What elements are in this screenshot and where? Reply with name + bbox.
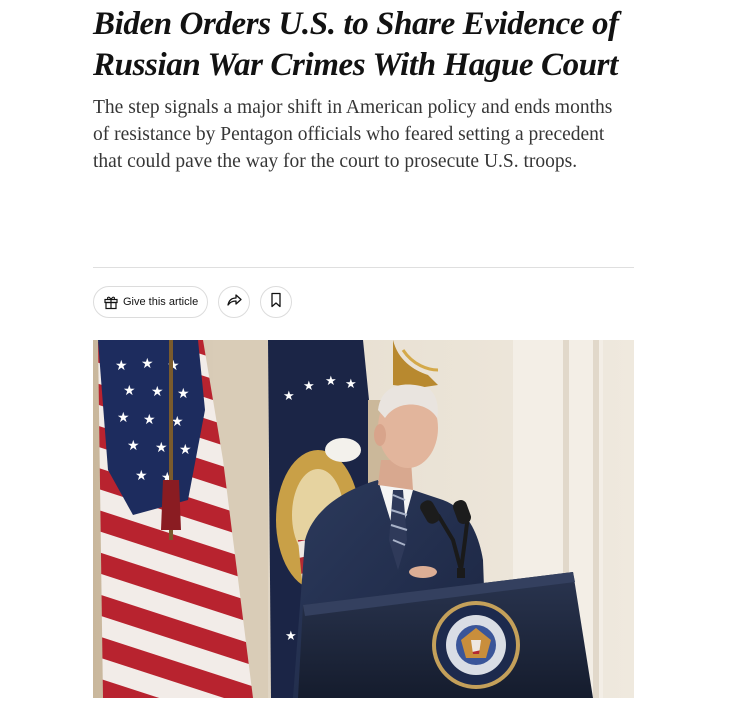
svg-text:★: ★ (285, 629, 297, 644)
article-header: Biden Orders U.S. to Share Evidence of R… (93, 0, 634, 175)
divider (93, 267, 634, 268)
svg-text:★: ★ (123, 383, 136, 399)
svg-text:★: ★ (345, 377, 357, 392)
svg-text:★: ★ (303, 379, 315, 394)
svg-text:★: ★ (177, 386, 190, 402)
svg-text:★: ★ (167, 358, 180, 374)
svg-text:★: ★ (179, 442, 192, 458)
summary: The step signals a major shift in Americ… (93, 97, 613, 172)
svg-text:★: ★ (141, 356, 154, 372)
svg-text:★: ★ (115, 358, 128, 374)
share-button[interactable] (218, 286, 251, 318)
share-toolbar: Give this article (93, 286, 293, 318)
share-arrow-icon (225, 292, 243, 312)
headline: Biden Orders U.S. to Share Evidence of R… (93, 6, 619, 83)
bookmark-icon (269, 292, 283, 312)
svg-text:★: ★ (135, 468, 148, 484)
give-article-label: Give this article (123, 296, 199, 308)
svg-text:★: ★ (155, 440, 168, 456)
save-button[interactable] (260, 286, 293, 318)
svg-text:★: ★ (143, 412, 156, 428)
svg-text:★: ★ (325, 374, 337, 389)
svg-text:★: ★ (127, 438, 140, 454)
give-article-button[interactable]: Give this article (93, 286, 209, 318)
svg-text:★: ★ (117, 410, 130, 426)
svg-text:★: ★ (283, 389, 295, 404)
article-photo: ★★★ ★★★ ★★★ ★★★ ★★ ★★★★ ★★ (93, 340, 634, 698)
svg-text:★: ★ (151, 384, 164, 400)
gift-icon (103, 294, 119, 310)
